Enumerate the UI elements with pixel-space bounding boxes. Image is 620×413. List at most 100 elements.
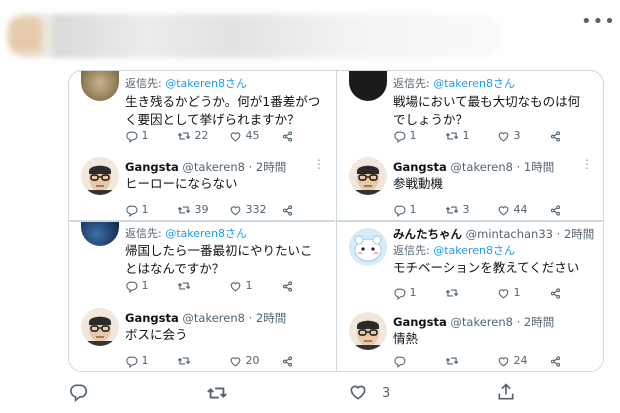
share-icon[interactable] bbox=[496, 382, 516, 402]
reply-to-label: 返信先: @takeren8さん bbox=[125, 227, 248, 240]
like-count: 3 bbox=[382, 386, 391, 401]
like-icon bbox=[497, 204, 510, 217]
share-button[interactable] bbox=[281, 127, 294, 145]
tweet-text: 帰国したら一番最初にやりたいことはなんですか？ bbox=[125, 243, 313, 276]
tweet-text: モチベーションを教えてください bbox=[393, 260, 580, 275]
retweet-button[interactable]: 1 bbox=[445, 127, 470, 145]
reply-card-3: 返信先: @takeren8さん 帰国したら一番最初にやりたいことはなんですか？… bbox=[69, 222, 335, 371]
tweet-text: 情熱 bbox=[393, 331, 419, 346]
more-options-icon[interactable]: ⋮ bbox=[581, 157, 593, 171]
like-button[interactable]: 24 bbox=[497, 352, 528, 370]
reply-tweet: Gangsta @takeren8 · 2時間 ⋮ ヒーローにならない 1 39… bbox=[69, 157, 335, 223]
action-bar: 1 1 bbox=[125, 277, 325, 295]
tweet-action-bar: 3 bbox=[0, 372, 620, 413]
avatar bbox=[349, 157, 387, 195]
reply-icon[interactable] bbox=[68, 382, 88, 402]
reply-button[interactable]: 1 bbox=[125, 127, 149, 145]
reply-handle-link[interactable]: @takeren8さん bbox=[165, 77, 247, 90]
reply-button[interactable] bbox=[393, 352, 406, 370]
reply-button[interactable]: 1 bbox=[125, 352, 149, 370]
reply-icon bbox=[393, 287, 406, 300]
retweet-button[interactable] bbox=[445, 284, 459, 302]
like-button[interactable]: 20 bbox=[229, 352, 260, 370]
character-icon bbox=[354, 235, 382, 262]
tweet-text: 生き残るかどうか。何が1番差がつく要因として挙げられますか？ bbox=[125, 94, 321, 127]
share-button[interactable] bbox=[549, 284, 562, 302]
share-icon bbox=[549, 287, 562, 300]
embedded-screenshot: 返信先: @takeren8さん 生き残るかどうか。何が1番差がつく要因として挙… bbox=[68, 70, 604, 372]
blurred-avatar bbox=[10, 18, 42, 52]
reply-icon bbox=[393, 204, 406, 217]
retweet-button[interactable]: 39 bbox=[177, 201, 209, 219]
like-icon bbox=[229, 355, 242, 368]
tweet-text: ボスに会う bbox=[125, 327, 188, 342]
share-button[interactable] bbox=[549, 352, 562, 370]
share-button[interactable] bbox=[281, 277, 294, 295]
retweet-icon[interactable] bbox=[206, 382, 228, 404]
tweet-text: ヒーローにならない bbox=[125, 176, 238, 191]
tweet-text: 参戦動機 bbox=[393, 176, 444, 191]
share-button[interactable] bbox=[549, 201, 562, 219]
avatar bbox=[349, 71, 387, 101]
retweet-button[interactable]: 3 bbox=[445, 201, 470, 219]
retweet-icon bbox=[445, 354, 459, 368]
parent-tweet: 返信先: @takeren8さん 戦場において最も大切なものは何でしょうか？ 1… bbox=[337, 71, 603, 137]
reply-handle-link[interactable]: @takeren8さん bbox=[433, 77, 515, 90]
reply-button[interactable]: 1 bbox=[393, 127, 417, 145]
reply-button[interactable]: 1 bbox=[125, 201, 149, 219]
action-bar: 1 3 44 bbox=[393, 201, 593, 219]
share-button[interactable] bbox=[281, 352, 294, 370]
reply-handle-link[interactable]: @takeren8さん bbox=[165, 227, 247, 240]
like-button[interactable]: 1 bbox=[497, 284, 521, 302]
like-icon bbox=[229, 204, 242, 217]
share-icon bbox=[281, 355, 294, 368]
retweet-button[interactable]: 22 bbox=[177, 127, 209, 145]
like-button[interactable]: 332 bbox=[229, 201, 267, 219]
reply-to-label: 返信先: @takeren8さん bbox=[393, 244, 516, 257]
retweet-button[interactable] bbox=[177, 352, 191, 370]
retweet-button[interactable] bbox=[177, 277, 191, 295]
reply-to-label: 返信先: @takeren8さん bbox=[125, 77, 248, 90]
more-options-icon[interactable]: ⋮ bbox=[313, 157, 325, 171]
retweet-icon bbox=[177, 279, 191, 293]
share-icon bbox=[281, 130, 294, 143]
share-button[interactable] bbox=[549, 127, 562, 145]
like-button[interactable]: 44 bbox=[497, 201, 528, 219]
reply-card-2: 返信先: @takeren8さん 戦場において最も大切なものは何でしょうか？ 1… bbox=[337, 71, 603, 220]
parent-tweet: 返信先: @takeren8さん 帰国したら一番最初にやりたいことはなんですか？… bbox=[69, 222, 335, 288]
like-icon bbox=[497, 130, 510, 143]
tweet-author: Gangsta @takeren8 · 1時間 bbox=[393, 160, 555, 174]
reply-button[interactable]: 1 bbox=[393, 284, 417, 302]
avatar bbox=[349, 228, 387, 266]
reply-handle-link[interactable]: @takeren8さん bbox=[433, 244, 515, 257]
retweet-button[interactable] bbox=[445, 352, 459, 370]
reply-tweet: Gangsta @takeren8 · 1時間 ⋮ 参戦動機 1 3 44 bbox=[337, 157, 603, 223]
tweet-author: Gangsta @takeren8 · 2時間 bbox=[393, 315, 555, 329]
retweet-icon bbox=[177, 354, 191, 368]
retweet-icon bbox=[445, 286, 459, 300]
share-icon bbox=[549, 204, 562, 217]
more-options-icon[interactable]: ••• bbox=[581, 12, 615, 32]
tweet-author: みんたちゃん @mintachan33 · 2時間 bbox=[393, 227, 595, 241]
like-button[interactable]: 1 bbox=[229, 277, 253, 295]
reply-button[interactable]: 1 bbox=[125, 277, 149, 295]
blurred-author-header bbox=[8, 14, 503, 58]
action-bar: 24 bbox=[393, 352, 593, 370]
reply-icon bbox=[125, 280, 138, 293]
reply-button[interactable]: 1 bbox=[393, 201, 417, 219]
action-bar: 1 1 3 bbox=[393, 127, 593, 145]
like-button[interactable]: 3 bbox=[497, 127, 521, 145]
avatar bbox=[81, 222, 119, 246]
like-icon[interactable] bbox=[348, 382, 368, 402]
avatar bbox=[349, 312, 387, 350]
avatar bbox=[81, 308, 119, 346]
share-button[interactable] bbox=[281, 201, 294, 219]
action-bar: 1 39 332 bbox=[125, 201, 325, 219]
like-icon bbox=[497, 355, 510, 368]
more-options-icon[interactable]: ⋮ bbox=[581, 226, 593, 240]
retweet-icon bbox=[177, 203, 191, 217]
avatar bbox=[81, 71, 119, 101]
share-icon bbox=[549, 355, 562, 368]
like-button[interactable]: 45 bbox=[229, 127, 260, 145]
reply-icon bbox=[125, 130, 138, 143]
